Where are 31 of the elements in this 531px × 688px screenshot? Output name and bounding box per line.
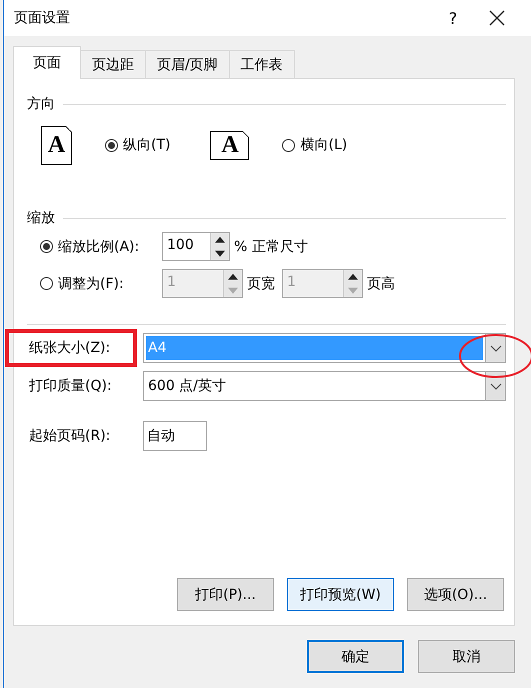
window-title: 页面设置 [14, 9, 71, 27]
dialog-button[interactable]: 确定 [307, 640, 404, 673]
radio-button[interactable] [105, 138, 118, 152]
number-spinner[interactable]: 100 [162, 232, 230, 261]
dialog-button[interactable]: 打印预览(W) [287, 578, 394, 611]
input-field[interactable]: 自动 [143, 421, 207, 451]
dialog-button[interactable]: 取消 [418, 640, 515, 673]
page-icon: A [210, 130, 250, 160]
help-button[interactable]: ? [431, 0, 475, 36]
field-label: 起始页码(R): [28, 427, 112, 445]
unit-label: 页高 [367, 274, 395, 292]
unit-label: % 正常尺寸 [234, 238, 308, 256]
group-label: 缩放 [27, 209, 55, 227]
chevron-down-icon [490, 344, 502, 352]
dialog-button[interactable]: 选项(O)... [407, 578, 504, 611]
chevron-down-icon [490, 382, 502, 390]
dropdown[interactable]: 600 点/英寸 [143, 371, 506, 401]
field-label: 打印质量(Q): [28, 377, 113, 395]
unit-label: 页宽 [247, 274, 275, 292]
field-label: 纸张大小(Z): [28, 339, 112, 357]
radio-button[interactable] [40, 240, 53, 253]
radio-button[interactable] [282, 138, 296, 152]
radio-label[interactable]: 缩放比例(A): [58, 238, 140, 256]
tab[interactable]: 工作表 [228, 50, 295, 79]
page-icon: A [41, 126, 72, 164]
radio-label[interactable]: 横向(L) [300, 136, 348, 154]
close-icon [489, 10, 505, 26]
tab[interactable]: 页面 [13, 46, 81, 79]
group-label: 方向 [27, 95, 55, 113]
radio-label[interactable]: 纵向(T) [123, 136, 170, 154]
dialog-button[interactable]: 打印(P)... [177, 578, 274, 611]
